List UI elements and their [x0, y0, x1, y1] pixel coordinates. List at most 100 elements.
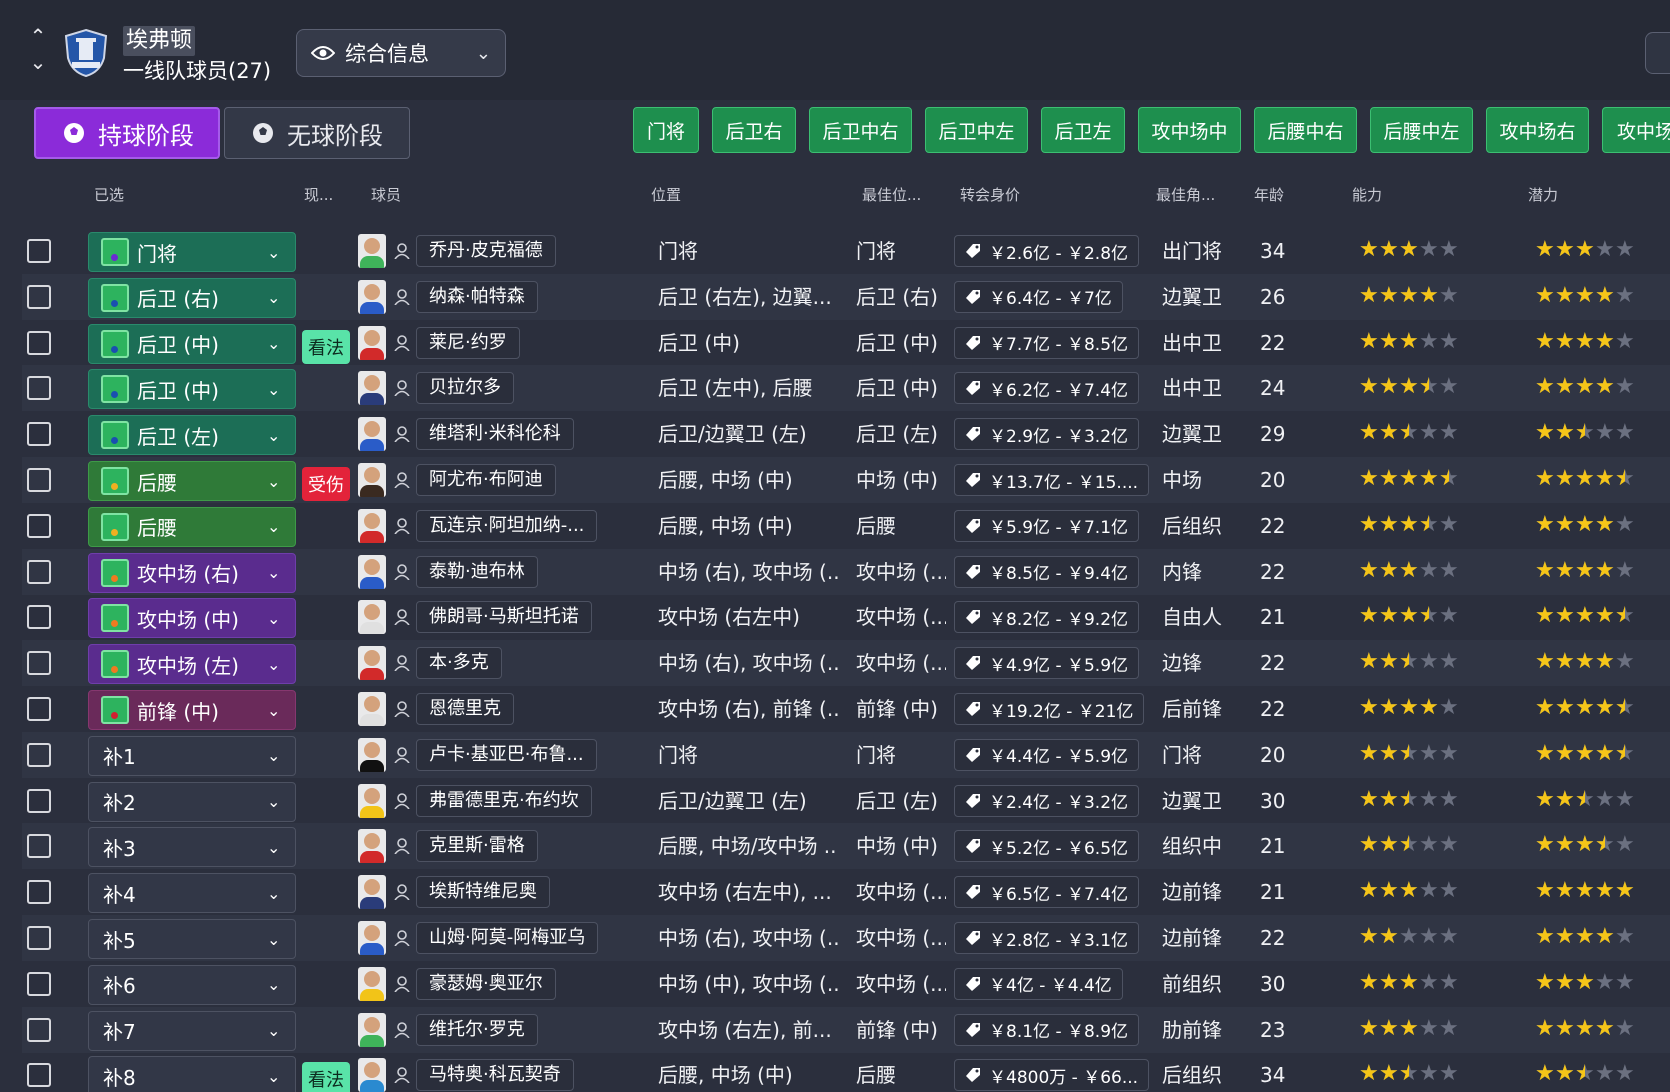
row-checkbox[interactable] — [27, 239, 51, 263]
role-select[interactable]: 后卫 (中) ⌄ — [88, 323, 296, 364]
transfer-value-field[interactable]: ￥13.7亿 - ￥15.... — [954, 464, 1150, 496]
table-row[interactable]: 补5 ⌄ 山姆·阿莫-阿梅亚乌 中场 (右), 攻中场 (... 攻中场 (... ￥2.… — [22, 915, 1670, 961]
person-icon[interactable] — [394, 380, 410, 397]
role-select[interactable]: 后腰 ⌄ — [88, 461, 296, 501]
table-row[interactable]: 后腰 ⌄ 受伤 阿尤布·布阿迪 后腰, 中场 (中) 中场 (中) ￥13.7亿 - ￥15… — [22, 457, 1670, 503]
role-select[interactable]: 后腰 ⌄ — [88, 506, 296, 547]
phase-in-possession-button[interactable]: 持球阶段 — [34, 107, 220, 159]
transfer-value-field[interactable]: ￥8.5亿 - ￥9.4亿 — [954, 555, 1140, 588]
transfer-value-field[interactable]: ￥4.9亿 - ￥5.9亿 — [954, 647, 1140, 680]
player-name[interactable]: 阿尤布·布阿迪 — [416, 464, 556, 496]
role-select[interactable]: 攻中场 (左) ⌄ — [88, 644, 296, 685]
table-row[interactable]: 攻中场 (左) ⌄ 本·多克 中场 (右), 攻中场 (... 攻中场 (... ￥4.9… — [22, 640, 1670, 687]
role-select[interactable]: 补2 ⌄ — [88, 781, 296, 822]
table-row[interactable]: 后卫 (中) ⌄ 看法 莱尼·约罗 后卫 (中) 后卫 (中) ￥7.7亿 - ￥8.5亿 出… — [22, 320, 1670, 366]
transfer-value-field[interactable]: ￥2.4亿 - ￥3.2亿 — [954, 784, 1140, 817]
person-icon[interactable] — [394, 609, 410, 626]
position-tab[interactable]: 攻中场中 — [1138, 107, 1241, 153]
role-select[interactable]: 前锋 (中) ⌄ — [88, 690, 296, 730]
table-row[interactable]: 后腰 ⌄ 瓦连京·阿坦加纳-... 后腰, 中场 (中) 后腰 ￥5.9亿 - ￥7.1亿… — [22, 503, 1670, 549]
col-best-role[interactable]: 最佳角... — [1156, 184, 1215, 205]
col-ability[interactable]: 能力 — [1352, 184, 1382, 205]
person-icon[interactable] — [394, 243, 410, 259]
table-row[interactable]: 后卫 (左) ⌄ 维塔利·米科伦科 后卫/边翼卫 (左) 后卫 (左) ￥2.9亿 - ￥… — [22, 411, 1670, 457]
person-icon[interactable] — [394, 884, 410, 901]
table-row[interactable]: 补4 ⌄ 埃斯特维尼奥 攻中场 (右左中), ... 攻中场 (... ￥6.5亿 - ￥… — [22, 869, 1670, 915]
player-name[interactable]: 贝拉尔多 — [416, 372, 514, 405]
table-row[interactable]: 攻中场 (中) ⌄ 佛朗哥·马斯坦托诺 攻中场 (右左中) 攻中场 (... ￥8.2亿 … — [22, 594, 1670, 640]
role-select[interactable]: 门将 ⌄ — [88, 232, 296, 272]
person-icon[interactable] — [394, 288, 410, 305]
player-name[interactable]: 卢卡·基亚巴·布鲁... — [416, 738, 597, 771]
person-icon[interactable] — [394, 472, 410, 488]
role-select[interactable]: 后卫 (中) ⌄ — [88, 369, 296, 410]
transfer-value-field[interactable]: ￥6.2亿 - ￥7.4亿 — [954, 372, 1140, 405]
player-name[interactable]: 恩德里克 — [416, 693, 514, 725]
row-checkbox[interactable] — [27, 651, 51, 676]
player-name[interactable]: 埃斯特维尼奥 — [416, 876, 550, 909]
player-name[interactable]: 弗雷德里克·布约坎 — [416, 784, 592, 817]
position-tab[interactable]: 门将 — [633, 107, 699, 153]
role-select[interactable]: 后卫 (右) ⌄ — [88, 277, 296, 318]
player-name[interactable]: 佛朗哥·马斯坦托诺 — [416, 601, 592, 634]
person-icon[interactable] — [394, 930, 410, 946]
position-tab[interactable]: 后腰中右 — [1254, 107, 1357, 153]
transfer-value-field[interactable]: ￥2.8亿 - ￥3.1亿 — [954, 922, 1140, 954]
view-select[interactable]: 综合信息 ⌄ — [296, 29, 506, 77]
position-tab[interactable]: 后腰中左 — [1370, 107, 1473, 153]
status-badge[interactable]: 看法 — [302, 1062, 350, 1092]
position-tab[interactable]: 后卫右 — [712, 107, 796, 153]
transfer-value-field[interactable]: ￥7.7亿 - ￥8.5亿 — [954, 326, 1140, 359]
row-checkbox[interactable] — [27, 880, 51, 905]
club-badge-button[interactable] — [1645, 32, 1670, 74]
row-checkbox[interactable] — [27, 788, 51, 813]
player-name[interactable]: 维塔利·米科伦科 — [416, 418, 574, 451]
role-select[interactable]: 补8 ⌄ — [88, 1056, 296, 1092]
player-name[interactable]: 本·多克 — [416, 647, 502, 680]
transfer-value-field[interactable]: ￥2.6亿 - ￥2.8亿 — [954, 235, 1140, 267]
person-icon[interactable] — [394, 517, 410, 534]
table-row[interactable]: 补8 ⌄ 看法 马特奥·科瓦契奇 后腰, 中场 (中) 后腰 ￥4800万 - ￥66...… — [22, 1052, 1670, 1092]
player-name[interactable]: 泰勒·迪布林 — [416, 555, 538, 588]
col-player[interactable]: 球员 — [371, 184, 401, 205]
transfer-value-field[interactable]: ￥4800万 - ￥66... — [954, 1059, 1150, 1092]
chevron-up-icon[interactable]: ⌃ — [28, 26, 48, 46]
table-row[interactable]: 前锋 (中) ⌄ 恩德里克 攻中场 (右), 前锋 (... 前锋 (中) ￥19.2亿 … — [22, 686, 1670, 732]
row-checkbox[interactable] — [27, 330, 51, 355]
table-row[interactable]: 门将 ⌄ 乔丹·皮克福德 门将 门将 ￥2.6亿 - ￥2.8亿 出门将 34 ★ ★ ★ ★ ★ ★ ★ ★… — [22, 228, 1670, 274]
person-icon[interactable] — [394, 746, 410, 763]
col-potential[interactable]: 潜力 — [1528, 184, 1558, 205]
transfer-value-field[interactable]: ￥5.2亿 - ￥6.5亿 — [954, 830, 1140, 863]
person-icon[interactable] — [394, 792, 410, 809]
person-icon[interactable] — [394, 701, 410, 717]
role-select[interactable]: 补1 ⌄ — [88, 735, 296, 776]
transfer-value-field[interactable]: ￥4亿 - ￥4.4亿 — [954, 967, 1123, 1000]
table-row[interactable]: 后卫 (中) ⌄ 贝拉尔多 后卫 (左中), 后腰 后卫 (中) ￥6.2亿 - ￥7.4… — [22, 365, 1670, 412]
table-row[interactable]: 补6 ⌄ 豪瑟姆·奥亚尔 中场 (中), 攻中场 (... 攻中场 (... ￥4亿 - … — [22, 961, 1670, 1007]
row-checkbox[interactable] — [27, 513, 51, 538]
player-name[interactable]: 瓦连京·阿坦加纳-... — [416, 509, 598, 542]
col-selected[interactable]: 已选 — [94, 184, 124, 205]
table-row[interactable]: 补1 ⌄ 卢卡·基亚巴·布鲁... 门将 门将 ￥4.4亿 - ￥5.9亿 门将 20 ★ ★ ★ ★… — [22, 731, 1670, 778]
transfer-value-field[interactable]: ￥6.4亿 - ￥7亿 — [954, 280, 1123, 313]
row-checkbox[interactable] — [27, 697, 51, 721]
phase-out-of-possession-button[interactable]: 无球阶段 — [224, 107, 410, 159]
transfer-value-field[interactable]: ￥4.4亿 - ￥5.9亿 — [954, 738, 1140, 771]
col-transfer-value[interactable]: 转会身价 — [960, 184, 1020, 205]
table-row[interactable]: 后卫 (右) ⌄ 纳森·帕特森 后卫 (右左), 边翼... 后卫 (右) ￥6.4亿 -… — [22, 273, 1670, 320]
status-badge[interactable]: 看法 — [302, 329, 350, 364]
role-select[interactable]: 攻中场 (右) ⌄ — [88, 552, 296, 593]
person-icon[interactable] — [394, 563, 410, 580]
row-checkbox[interactable] — [27, 1017, 51, 1042]
col-best-position[interactable]: 最佳位... — [862, 184, 921, 205]
person-icon[interactable] — [394, 838, 410, 855]
person-icon[interactable] — [394, 334, 410, 351]
transfer-value-field[interactable]: ￥8.2亿 - ￥9.2亿 — [954, 601, 1140, 634]
status-badge[interactable]: 受伤 — [302, 467, 350, 501]
role-select[interactable]: 补6 ⌄ — [88, 964, 296, 1005]
col-status[interactable]: 现... — [304, 184, 333, 205]
player-name[interactable]: 乔丹·皮克福德 — [416, 235, 556, 267]
row-checkbox[interactable] — [27, 1063, 51, 1088]
player-name[interactable]: 山姆·阿莫-阿梅亚乌 — [416, 922, 599, 954]
position-tab[interactable]: 后卫中左 — [925, 107, 1028, 153]
